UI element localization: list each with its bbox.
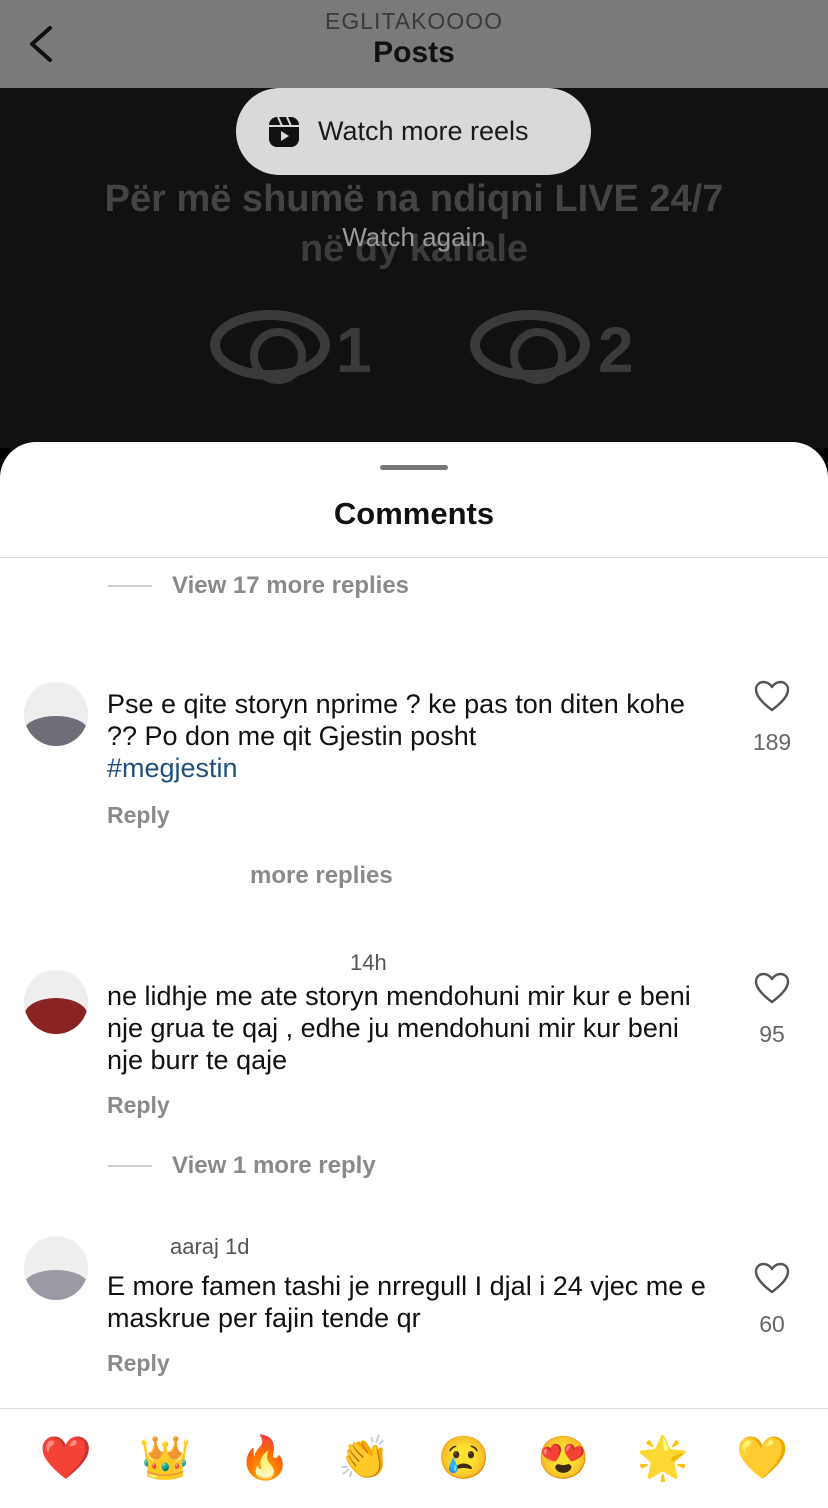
watch-more-reels-label: Watch more reels (318, 116, 529, 146)
watch-more-reels-button[interactable]: Watch more reels (236, 88, 591, 175)
avatar[interactable] (24, 682, 88, 746)
view-more-replies-label: View 17 more replies (172, 572, 410, 599)
like-count: 189 (752, 729, 792, 755)
comments-title: Comments (333, 496, 495, 531)
view-more-replies-link[interactable]: View 17 more replies (108, 572, 409, 600)
watch-again-button[interactable]: Watch again (0, 222, 828, 253)
comment-username[interactable]: aaraj 1d (170, 1234, 250, 1260)
like-button[interactable]: 189 (748, 680, 796, 756)
like-button[interactable]: 95 (748, 972, 796, 1048)
reply-button[interactable]: Reply (107, 802, 170, 829)
comment-text: E more famen tashi je nrregull I djal i … (107, 1271, 706, 1333)
like-count: 95 (759, 1021, 785, 1047)
channel-number-1: 1 (336, 314, 372, 386)
comment-hashtag[interactable]: #megjestin (107, 753, 238, 783)
fire-emoji-icon[interactable]: 🔥 (235, 1434, 295, 1483)
heart-icon (754, 1262, 790, 1294)
page-title: Posts (373, 36, 455, 69)
channel-eye-logo-2 (470, 310, 590, 384)
avatar[interactable] (24, 970, 88, 1034)
channel-number-2: 2 (598, 314, 634, 386)
view-more-replies-label: View 1 more reply (172, 1152, 376, 1179)
like-button[interactable]: 60 (748, 1262, 796, 1338)
comments-sheet: Comments View 17 more replies Pse e qite… (0, 442, 828, 1508)
view-more-replies-label: more replies (250, 862, 393, 889)
glowing-star-emoji-icon[interactable]: 🌟 (633, 1434, 693, 1483)
reply-thread-line (108, 1165, 152, 1167)
emoji-reaction-bar: ❤️ 👑 🔥 👏 😢 😍 🌟 💛 (0, 1408, 828, 1508)
reply-button[interactable]: Reply (107, 1092, 170, 1119)
reels-icon (269, 116, 299, 147)
heart-emoji-icon[interactable]: ❤️ (36, 1434, 96, 1483)
sheet-drag-handle[interactable] (380, 465, 448, 470)
top-header: EGLITAKOOOO Posts (0, 0, 828, 88)
header-divider (0, 557, 828, 558)
post-owner-name[interactable]: EGLITAKOOOO (0, 8, 828, 35)
crown-emoji-icon[interactable]: 👑 (135, 1434, 195, 1483)
channel-eye-logo-1 (210, 310, 330, 384)
comment-text: Pse e qite storyn nprime ? ke pas ton di… (107, 688, 707, 784)
clap-emoji-icon[interactable]: 👏 (334, 1434, 394, 1483)
reply-thread-line (108, 585, 152, 587)
heart-eyes-emoji-icon[interactable]: 😍 (533, 1434, 593, 1483)
view-more-replies-link[interactable]: View 1 more reply (108, 1152, 376, 1180)
avatar[interactable] (24, 1236, 88, 1300)
comment-body: Pse e qite storyn nprime ? ke pas ton di… (107, 689, 685, 751)
heart-icon (754, 680, 790, 712)
comment-text: ne lidhje me ate storyn mendohuni mir ku… (107, 981, 691, 1075)
heart-icon (754, 972, 790, 1004)
like-count: 60 (759, 1311, 785, 1337)
yellow-heart-emoji-icon[interactable]: 💛 (732, 1434, 792, 1483)
view-more-replies-link[interactable]: more replies (250, 862, 393, 890)
video-overlay-text-1: Për më shumë na ndiqni LIVE 24/7 (104, 178, 724, 220)
comment-username[interactable]: 14h (350, 950, 387, 976)
reel-video[interactable]: Për më shumë na ndiqni LIVE 24/7 në dy k… (0, 88, 828, 448)
crying-emoji-icon[interactable]: 😢 (434, 1434, 494, 1483)
reply-button[interactable]: Reply (107, 1350, 170, 1377)
